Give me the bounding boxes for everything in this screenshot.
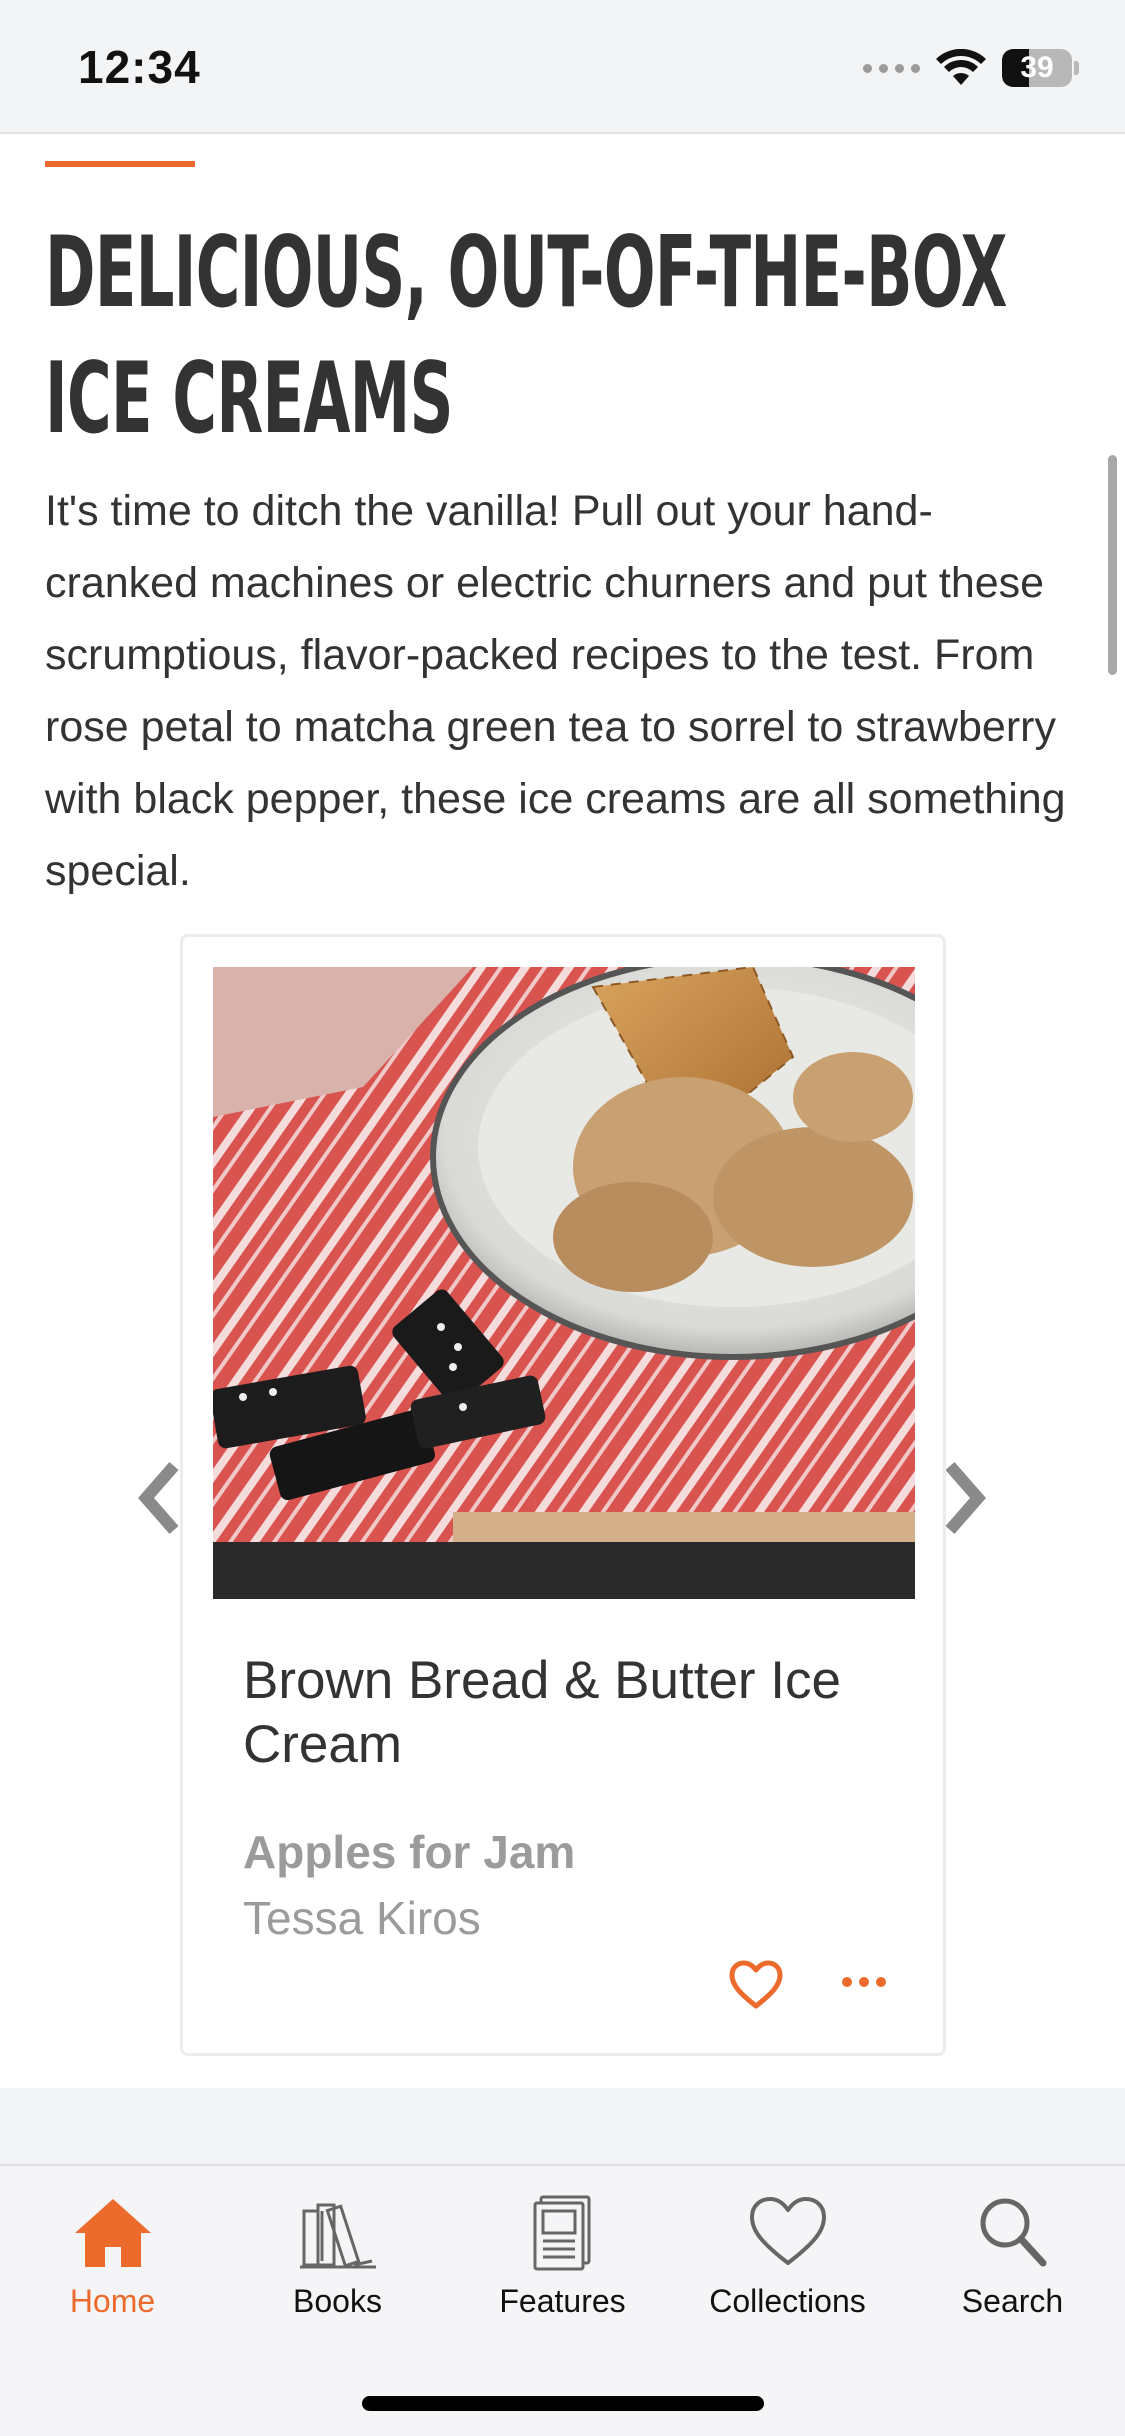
heart-icon bbox=[749, 2197, 826, 2265]
tab-books[interactable]: Books bbox=[225, 2191, 450, 2341]
ellipsis-icon[interactable] bbox=[841, 1967, 887, 1997]
recipe-image[interactable] bbox=[213, 967, 915, 1599]
recipe-card[interactable]: Brown Bread & Butter Ice Cream Apples fo… bbox=[180, 934, 946, 2056]
tab-home[interactable]: Home bbox=[0, 2191, 225, 2341]
tab-label: Books bbox=[293, 2283, 382, 2319]
recipe-book[interactable]: Apples for Jam bbox=[243, 1825, 575, 1879]
accent-line bbox=[45, 161, 195, 167]
status-bar: 12:34 39 bbox=[0, 0, 1125, 134]
books-icon bbox=[299, 2203, 376, 2269]
status-icons: 39 bbox=[863, 46, 1079, 90]
features-icon bbox=[533, 2195, 590, 2271]
signal-icon bbox=[863, 63, 920, 73]
battery-percent: 39 bbox=[1020, 51, 1054, 84]
tab-collections[interactable]: Collections bbox=[675, 2191, 900, 2341]
search-icon bbox=[980, 2198, 1046, 2267]
wifi-icon bbox=[936, 49, 986, 85]
article-headline: Delicious, Out-of-the-Box Ice Creams bbox=[45, 216, 1008, 456]
scroll-indicator[interactable] bbox=[1108, 455, 1117, 675]
heart-outline-icon[interactable] bbox=[728, 1959, 784, 2011]
tab-label: Features bbox=[499, 2283, 626, 2319]
article-intro: It's time to ditch the vanilla! Pull out… bbox=[45, 487, 1066, 895]
battery-icon: 39 bbox=[1002, 49, 1079, 87]
tab-label: Home bbox=[69, 2283, 156, 2319]
tab-label: Search bbox=[961, 2283, 1064, 2319]
recipe-author: Tessa Kiros bbox=[243, 1892, 481, 1944]
chevron-left-icon[interactable] bbox=[134, 1458, 186, 1538]
content-footer-band bbox=[0, 2088, 1125, 2164]
home-indicator[interactable] bbox=[362, 2396, 764, 2411]
recipe-title[interactable]: Brown Bread & Butter Ice Cream bbox=[243, 1649, 843, 1777]
tab-search[interactable]: Search bbox=[900, 2191, 1125, 2341]
status-time: 12:34 bbox=[78, 41, 201, 93]
home-icon bbox=[74, 2199, 151, 2267]
tab-label: Collections bbox=[709, 2283, 866, 2319]
tab-features[interactable]: Features bbox=[450, 2191, 675, 2341]
